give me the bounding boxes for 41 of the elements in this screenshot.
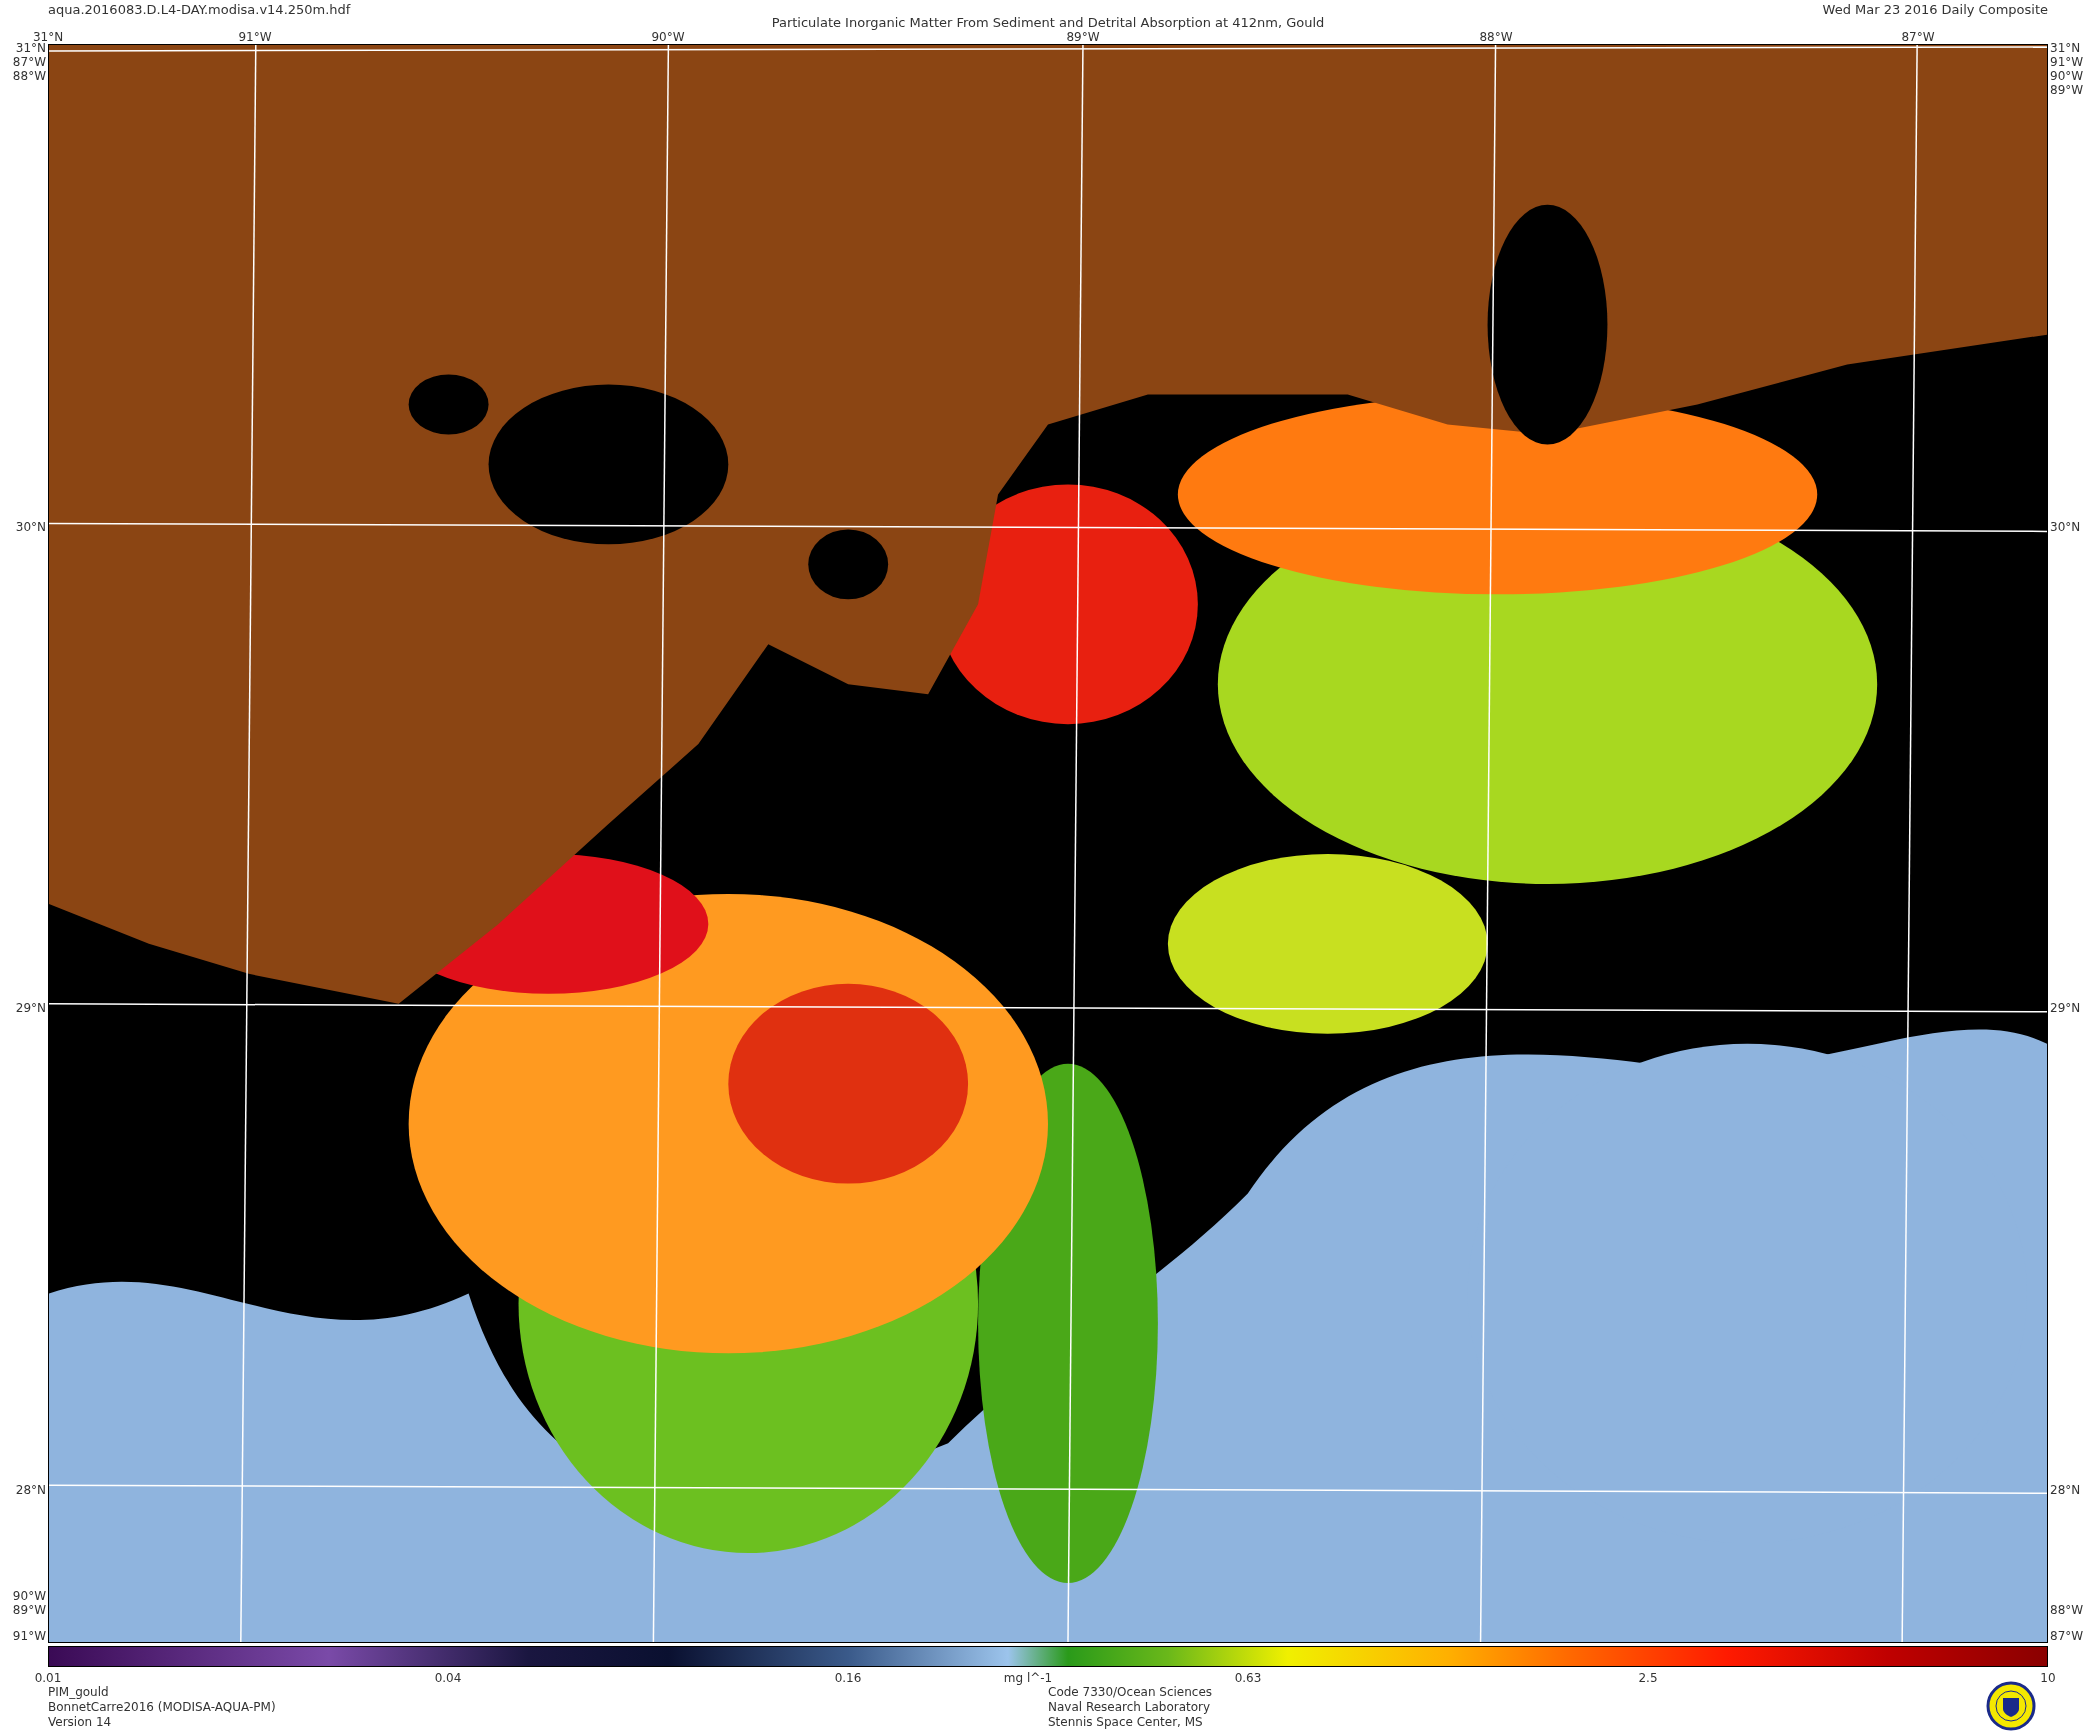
organization-text: Stennis Space Center, MS xyxy=(1048,1715,1204,1730)
scale-unit-label: mg l^-1 xyxy=(1003,1670,1053,1686)
composite-date: Wed Mar 23 2016 Daily Composite xyxy=(1822,1,2048,19)
axis-label: 90°W xyxy=(651,30,685,44)
axis-label: 29°N xyxy=(2050,1001,2081,1015)
scale-tick-label: 0.04 xyxy=(434,1670,462,1687)
axis-label: 31°N xyxy=(2050,41,2081,55)
axis-label: 87°W xyxy=(12,55,46,69)
axis-label: 90°W xyxy=(12,1589,46,1603)
scale-tick-label: 0.63 xyxy=(1234,1670,1262,1687)
axis-label: 87°W xyxy=(1901,30,1935,44)
scale-tick-label: 0.01 xyxy=(34,1670,62,1686)
axis-label: 28°N xyxy=(15,1483,46,1497)
scale-tick-label: 2.5 xyxy=(1638,1670,1658,1687)
axis-label: 91°W xyxy=(12,1629,46,1643)
product-info-text: PIM_gould xyxy=(48,1685,110,1700)
axis-label: 31°N xyxy=(15,41,46,55)
axis-label: 28°N xyxy=(2050,1483,2081,1497)
organization-text: Code 7330/Ocean Sciences xyxy=(1048,1685,1213,1700)
axis-label: 88°W xyxy=(2050,1603,2084,1617)
scale-tick-label: 0.16 xyxy=(834,1670,862,1687)
axis-label: 29°N xyxy=(15,1001,46,1015)
organization-text: Naval Research Laboratory xyxy=(1048,1700,1212,1715)
axis-label: 89°W xyxy=(12,1603,46,1617)
axis-label: 88°W xyxy=(12,69,46,83)
axis-label: 31°N xyxy=(32,30,64,44)
axis-label: 89°W xyxy=(1066,30,1100,44)
axis-label: 30°N xyxy=(15,520,46,534)
product-info-text: Version 14 xyxy=(48,1715,113,1730)
axis-label: 87°W xyxy=(2050,1629,2084,1643)
axis-label: 91°W xyxy=(238,30,272,44)
axis-label: 30°N xyxy=(2050,520,2081,534)
axis-label: 91°W xyxy=(2050,55,2084,69)
axis-label: 89°W xyxy=(2050,83,2084,97)
axis-label: 90°W xyxy=(2050,69,2084,83)
map-title: Particulate Inorganic Matter From Sediment and Detrital Absorption at 412nm, Gould xyxy=(770,14,1326,32)
file-name: aqua.2016083.D.L4-DAY.modisa.v14.250m.hdf xyxy=(48,1,351,19)
axis-label: 88°W xyxy=(1479,30,1513,44)
laboratory-seal-icon xyxy=(1986,1681,2036,1731)
product-info-text: BonnetCarre2016 (MODISA-AQUA-PM) xyxy=(48,1700,276,1715)
scale-tick-label: 10 xyxy=(2040,1670,2056,1687)
